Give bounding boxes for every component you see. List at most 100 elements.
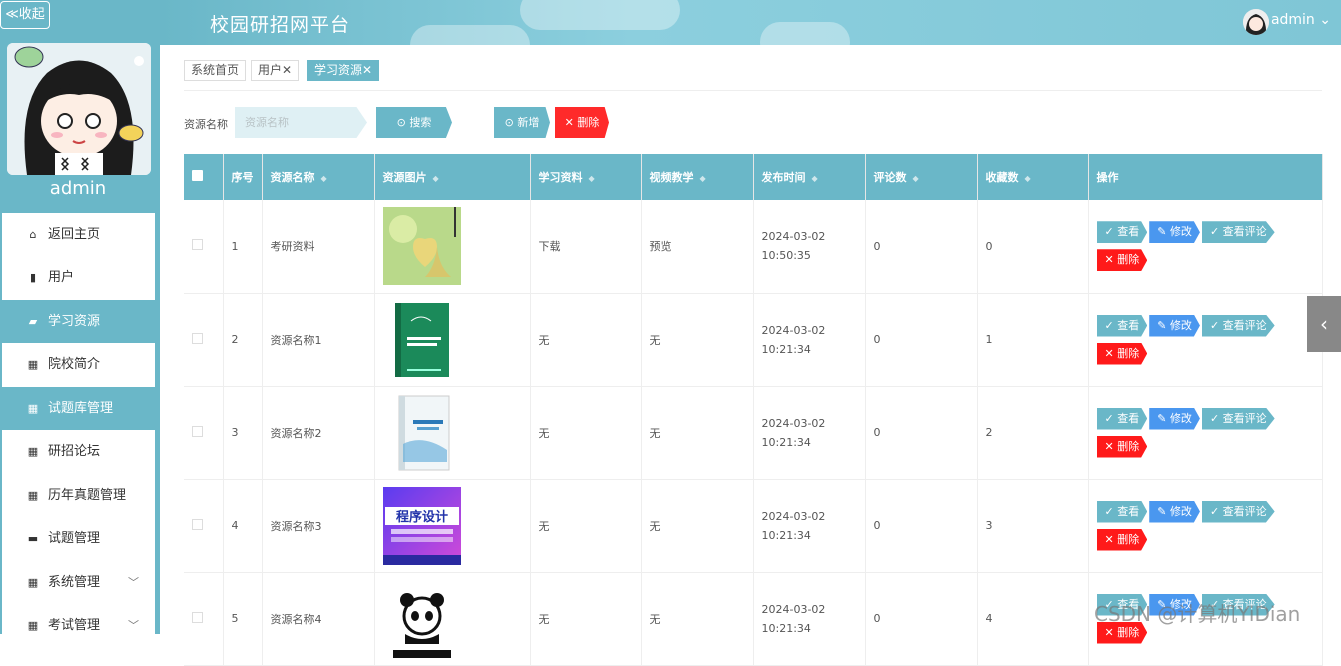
column-label: 评论数: [873, 171, 907, 184]
sidebar-item-learning-resources[interactable]: ▰ 学习资源: [2, 300, 155, 343]
resource-name: 资源名称3: [262, 479, 375, 573]
select-all-cell[interactable]: [184, 154, 224, 200]
sort-icon[interactable]: ◆: [913, 174, 919, 183]
search-input[interactable]: [235, 107, 367, 138]
sidebar-item-users[interactable]: ▮ 用户: [2, 256, 155, 299]
sidebar-item-system[interactable]: ▦ 系统管理 ﹀: [2, 561, 155, 604]
sidebar-menu: ⌂ 返回主页 ▮ 用户 ▰ 学习资源 ▦ 院校简介 ▦ 试题库管理 ▦ 研招论坛 ▦ 历年真题…: [2, 213, 155, 634]
tab-learning-resources[interactable]: 学习资源✕: [307, 60, 380, 81]
edit-button[interactable]: ✎ 修改: [1149, 500, 1200, 523]
sidebar-item-label: 学习资源: [48, 314, 101, 329]
column-header[interactable]: 资源图片 ◆: [374, 154, 531, 200]
search-button[interactable]: ⊙ 搜索: [376, 107, 452, 138]
sidebar-item-exams[interactable]: ▦ 考试管理 ﹀: [2, 604, 155, 634]
row-delete-button[interactable]: ✕ 删除: [1096, 435, 1148, 458]
user-file-icon: ▮: [29, 271, 37, 284]
resource-image-cell: 程序设计: [374, 479, 531, 573]
view-button[interactable]: ✓ 查看: [1096, 314, 1148, 337]
row-delete-button[interactable]: ✕ 删除: [1096, 342, 1148, 365]
sidebar-item-forum[interactable]: ▦ 研招论坛: [2, 430, 155, 473]
sort-icon[interactable]: ◆: [1025, 174, 1031, 183]
favorite-count: 1: [977, 293, 1089, 387]
row-select-cell[interactable]: [184, 479, 224, 573]
sort-icon[interactable]: ◆: [700, 174, 706, 183]
close-icon: ✕: [564, 116, 574, 129]
view-comments-button[interactable]: ✓ 查看评论: [1201, 407, 1275, 430]
view-button[interactable]: ✓ 查看: [1096, 500, 1148, 523]
resource-image[interactable]: [382, 207, 530, 286]
delete-button[interactable]: ✕ 删除: [555, 107, 609, 138]
resource-image[interactable]: [382, 579, 530, 658]
sidebar-item-past-exams[interactable]: ▦ 历年真题管理: [2, 474, 155, 517]
study-material: 无: [530, 572, 642, 666]
favorite-count: 0: [977, 200, 1089, 294]
select-all-checkbox[interactable]: [192, 170, 203, 181]
resource-image-cell: [374, 386, 531, 480]
row-checkbox[interactable]: [192, 611, 203, 623]
edit-button[interactable]: ✎ 修改: [1149, 221, 1200, 244]
column-header[interactable]: 发布时间 ◆: [753, 154, 866, 200]
add-button[interactable]: ⊙ 新增: [494, 107, 550, 138]
view-button[interactable]: ✓ 查看: [1096, 221, 1148, 244]
chevron-down-icon: ⌄: [1319, 12, 1331, 28]
view-comments-button[interactable]: ✓ 查看评论: [1201, 500, 1275, 523]
sidebar-item-questions[interactable]: ▬ 试题管理: [2, 517, 155, 560]
row-checkbox[interactable]: [192, 332, 203, 344]
table-header-row: 序号 资源名称 ◆ 资源图片 ◆ 学习资料 ◆ 视频教学 ◆ 发布时间 ◆ 评论数 ◆ 收藏…: [184, 154, 1323, 200]
grid-icon: ▦: [27, 358, 39, 371]
row-select-cell[interactable]: [184, 572, 224, 666]
tab-home[interactable]: 系统首页: [184, 60, 247, 81]
study-material[interactable]: 下载: [530, 200, 642, 294]
view-comments-button-label: 查看评论: [1222, 411, 1267, 425]
row-select-cell[interactable]: [184, 293, 224, 387]
row-select-cell[interactable]: [184, 386, 224, 480]
video-lesson[interactable]: 预览: [641, 200, 754, 294]
view-button[interactable]: ✓ 查看: [1096, 407, 1148, 430]
edit-button-label: 修改: [1169, 225, 1192, 239]
column-header[interactable]: 资源名称 ◆: [262, 154, 375, 200]
resource-image[interactable]: 程序设计: [382, 486, 530, 565]
comment-count: 0: [865, 479, 978, 573]
row-delete-button[interactable]: ✕ 删除: [1096, 528, 1148, 551]
divider: [184, 90, 1322, 91]
resource-image[interactable]: [382, 393, 530, 472]
column-header[interactable]: 学习资料 ◆: [530, 154, 642, 200]
row-number: 3: [223, 386, 263, 480]
view-button-label: 查看: [1117, 225, 1140, 239]
row-checkbox[interactable]: [192, 239, 203, 251]
video-lesson: 无: [641, 572, 754, 666]
grid-icon: ▦: [27, 619, 39, 632]
row-delete-button[interactable]: ✕ 删除: [1096, 249, 1148, 272]
sort-icon[interactable]: ◆: [589, 174, 595, 183]
tab-users[interactable]: 用户✕: [251, 60, 300, 81]
column-label: 收藏数: [985, 171, 1019, 184]
publish-time: 2024-03-02 10:21:34: [753, 293, 866, 387]
edit-button[interactable]: ✎ 修改: [1149, 314, 1200, 337]
column-header[interactable]: 评论数 ◆: [865, 154, 978, 200]
user-avatar[interactable]: [1243, 9, 1269, 35]
user-menu[interactable]: admin ⌄: [1271, 12, 1331, 28]
column-label: 资源图片: [382, 171, 427, 184]
collapse-button[interactable]: ≪收起: [0, 1, 50, 29]
view-comments-button[interactable]: ✓ 查看评论: [1201, 221, 1275, 244]
column-header[interactable]: 收藏数 ◆: [977, 154, 1089, 200]
sort-icon[interactable]: ◆: [812, 174, 818, 183]
sidebar-item-home[interactable]: ⌂ 返回主页: [2, 213, 155, 256]
sidebar-item-school-intro[interactable]: ▦ 院校简介: [2, 343, 155, 386]
expand-panel-button[interactable]: ‹: [1307, 296, 1341, 352]
column-header[interactable]: 视频教学 ◆: [641, 154, 754, 200]
sidebar-item-label: 试题库管理: [48, 401, 114, 416]
row-actions: ✓ 查看 ✎ 修改 ✓ 查看评论 ✕ 删除: [1088, 200, 1323, 294]
sort-icon[interactable]: ◆: [321, 174, 327, 183]
edit-button[interactable]: ✎ 修改: [1149, 407, 1200, 430]
chevron-down-icon: ﹀: [128, 576, 139, 589]
view-comments-button[interactable]: ✓ 查看评论: [1201, 314, 1275, 337]
row-select-cell[interactable]: [184, 200, 224, 294]
sidebar-item-question-bank[interactable]: ▦ 试题库管理: [2, 387, 155, 430]
row-checkbox[interactable]: [192, 518, 203, 530]
view-comments-button-label: 查看评论: [1222, 318, 1267, 332]
cloud-decoration: [520, 0, 680, 30]
resource-image[interactable]: [382, 300, 530, 379]
row-checkbox[interactable]: [192, 425, 203, 437]
sort-icon[interactable]: ◆: [433, 174, 439, 183]
